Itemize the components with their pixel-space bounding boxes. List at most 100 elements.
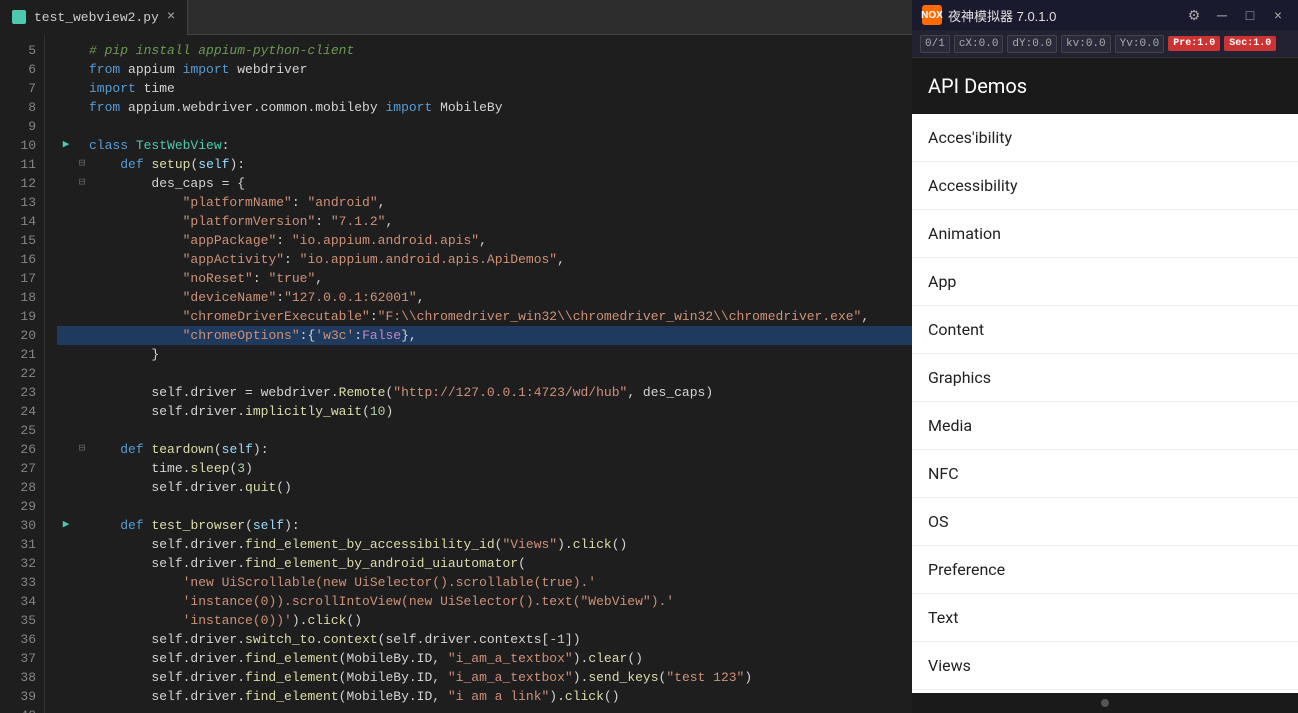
code-token: }: [89, 345, 159, 364]
code-token: time: [136, 79, 175, 98]
code-token: [144, 516, 152, 535]
code-token: "appActivity": [183, 250, 284, 269]
code-token: "deviceName": [183, 288, 277, 307]
menu-item[interactable]: Accessibility: [912, 162, 1298, 210]
line-number: 35: [0, 611, 36, 630]
code-token: quit: [245, 478, 276, 497]
code-line: time.sleep(3): [57, 459, 912, 478]
menu-item[interactable]: Preference: [912, 546, 1298, 594]
code-token: [89, 288, 183, 307]
code-token: TestWebView: [136, 136, 222, 155]
code-token: send_keys: [588, 668, 658, 687]
code-line: self.driver.find_element(MobileBy.ID, "i…: [57, 649, 912, 668]
code-token: click: [307, 611, 346, 630]
code-token: :: [276, 231, 292, 250]
code-token: appium.webdriver.common.mobileby: [120, 98, 385, 117]
editor-tab[interactable]: test_webview2.py ×: [0, 0, 188, 35]
code-token: self: [198, 155, 229, 174]
menu-item[interactable]: Content: [912, 306, 1298, 354]
code-token: ,: [557, 250, 565, 269]
code-token: [128, 136, 136, 155]
line-number: 12: [0, 174, 36, 193]
code-token: (: [245, 516, 253, 535]
menu-item[interactable]: Views: [912, 642, 1298, 690]
menu-item[interactable]: App: [912, 258, 1298, 306]
line-number: 11: [0, 155, 36, 174]
code-token: [89, 516, 120, 535]
code-area[interactable]: 5678910111213141516171819202122232425262…: [0, 35, 912, 713]
line-number: 34: [0, 592, 36, 611]
editor-tab-bar: test_webview2.py ×: [0, 0, 912, 35]
menu-item[interactable]: Media: [912, 402, 1298, 450]
maximize-button[interactable]: □: [1240, 5, 1260, 25]
code-line: "appPackage": "io.appium.android.apis",: [57, 231, 912, 250]
line-number: 23: [0, 383, 36, 402]
code-token: 3: [237, 459, 245, 478]
line-number: 27: [0, 459, 36, 478]
code-token: def: [120, 440, 143, 459]
line-number: 31: [0, 535, 36, 554]
line-number: 29: [0, 497, 36, 516]
code-token: (: [362, 402, 370, 421]
menu-item[interactable]: Animation: [912, 210, 1298, 258]
toolbar-item: Pre:1.0: [1168, 36, 1220, 51]
code-line: self.driver.switch_to.context(self.drive…: [57, 630, 912, 649]
code-line: import time: [57, 79, 912, 98]
menu-list: Acces'ibilityAccessibilityAnimationAppCo…: [912, 114, 1298, 693]
line-number: 32: [0, 554, 36, 573]
home-button[interactable]: [1101, 699, 1109, 707]
code-token: MobileBy: [432, 98, 502, 117]
code-token: ): [245, 459, 253, 478]
code-line: ⊟ des_caps = {: [57, 174, 912, 193]
code-token: click: [565, 687, 604, 706]
close-button[interactable]: ×: [1268, 5, 1288, 25]
code-token: Remote: [339, 383, 386, 402]
code-line: self.driver.implicitly_wait(10): [57, 402, 912, 421]
code-token: "appPackage": [183, 231, 277, 250]
line-number: 33: [0, 573, 36, 592]
tab-close-button[interactable]: ×: [167, 10, 175, 24]
code-token: [89, 155, 120, 174]
code-token: ):: [284, 516, 300, 535]
code-line: ▶ def test_browser(self):: [57, 516, 912, 535]
menu-item[interactable]: OS: [912, 498, 1298, 546]
app-title: API Demos: [928, 74, 1027, 98]
code-line: self.driver.find_element(MobileBy.ID, "i…: [57, 687, 912, 706]
code-token: "platformVersion": [183, 212, 316, 231]
code-token: (): [276, 478, 292, 497]
code-token: ).: [573, 649, 589, 668]
code-token: (): [612, 535, 628, 554]
menu-item[interactable]: Acces'ibility: [912, 114, 1298, 162]
code-line: "appActivity": "io.appium.android.apis.A…: [57, 250, 912, 269]
code-line: ⊟ def teardown(self):: [57, 440, 912, 459]
fold-icon: ⊟: [75, 440, 89, 459]
code-token: test_browser: [151, 516, 245, 535]
menu-item[interactable]: NFC: [912, 450, 1298, 498]
code-line: 'instance(0))'​).click(): [57, 611, 912, 630]
code-line: [57, 117, 912, 136]
code-token: ,: [861, 307, 869, 326]
editor-panel: test_webview2.py × 567891011121314151617…: [0, 0, 912, 713]
code-token: find_element: [245, 649, 339, 668]
settings-button[interactable]: ⚙: [1184, 5, 1204, 25]
titlebar-left: NOX 夜神模拟器 7.0.1.0: [922, 5, 1056, 25]
code-token: (: [214, 440, 222, 459]
code-token: find_element: [245, 668, 339, 687]
code-token: "test 123": [666, 668, 744, 687]
menu-item[interactable]: Text: [912, 594, 1298, 642]
line-number: 7: [0, 79, 36, 98]
line-number: 40: [0, 706, 36, 713]
line-number: 10: [0, 136, 36, 155]
code-token: 'w3c': [315, 326, 354, 345]
code-line: [57, 706, 912, 713]
code-token: :: [253, 269, 269, 288]
code-content[interactable]: # pip install appium-python-clientfrom a…: [45, 35, 912, 713]
minimize-button[interactable]: ─: [1212, 5, 1232, 25]
tab-label: test_webview2.py: [34, 10, 159, 25]
emulator-title: 夜神模拟器 7.0.1.0: [948, 6, 1056, 25]
menu-item[interactable]: Graphics: [912, 354, 1298, 402]
code-line: "deviceName":"127.0.0.1:62001",: [57, 288, 912, 307]
line-number: 19: [0, 307, 36, 326]
code-token: "http://127.0.0.1:4723/wd/hub": [393, 383, 627, 402]
line-number: 13: [0, 193, 36, 212]
